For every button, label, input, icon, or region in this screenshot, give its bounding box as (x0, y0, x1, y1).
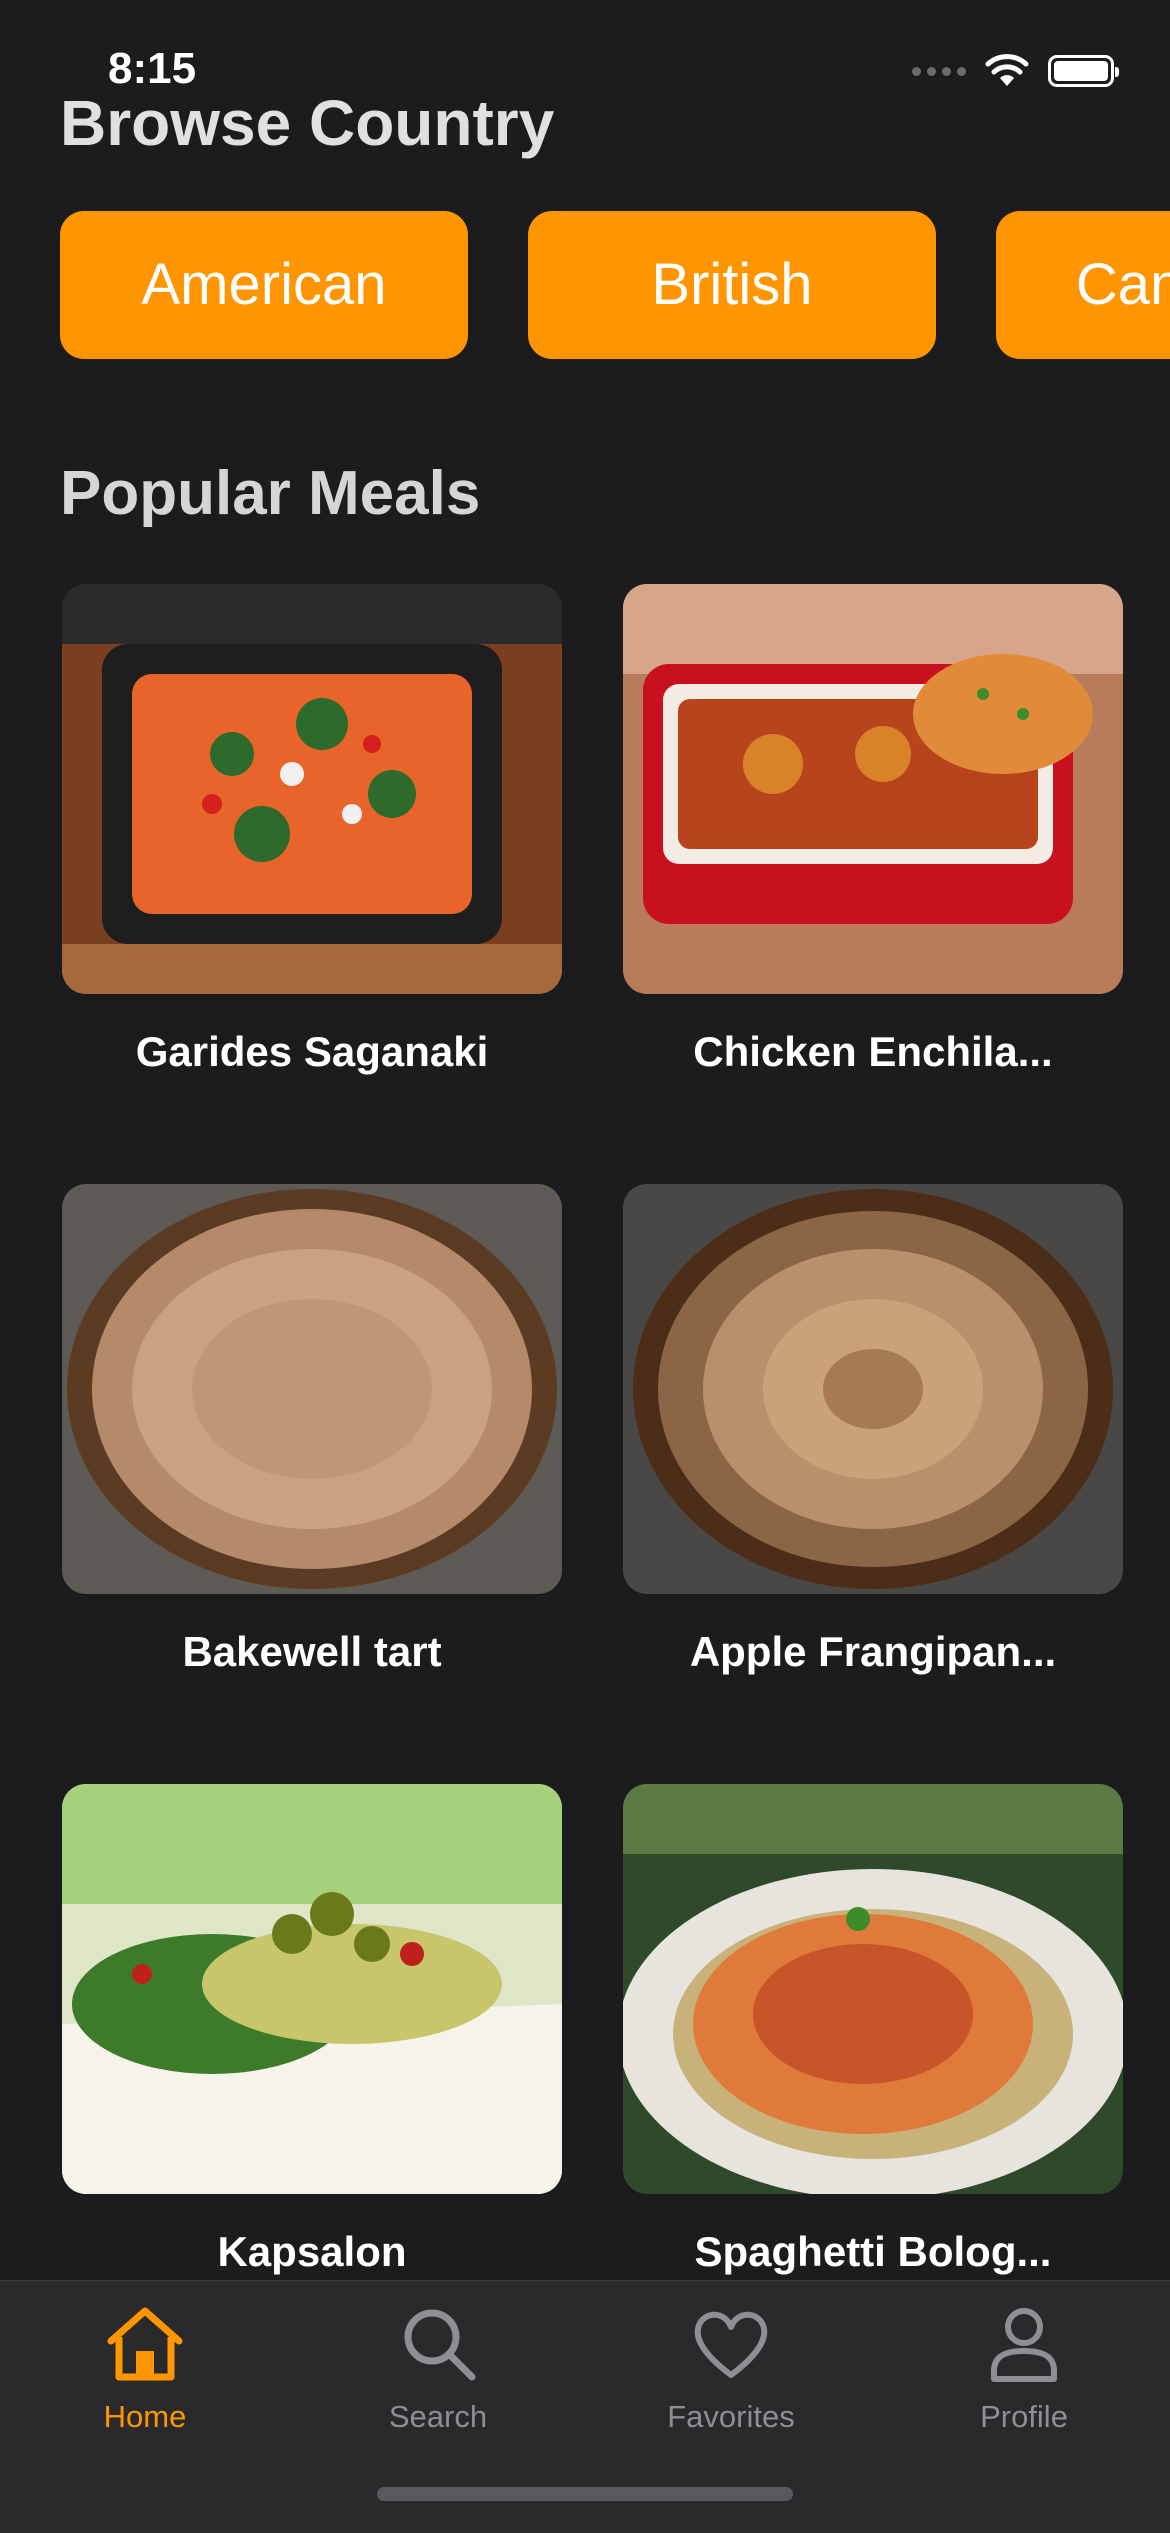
meal-image (623, 1784, 1123, 2194)
tab-home[interactable]: Home (45, 2301, 245, 2435)
battery-icon (1048, 55, 1119, 87)
meal-image (623, 584, 1123, 994)
meal-card-chicken-enchiladas[interactable]: Chicken Enchila... (623, 584, 1123, 1075)
page-title: Browse Country (60, 87, 555, 159)
meal-name: Bakewell tart (182, 1628, 442, 1675)
tab-search[interactable]: Search (338, 2301, 538, 2435)
house-icon (107, 2307, 183, 2381)
meal-name: Chicken Enchila... (693, 1028, 1053, 1075)
meal-name: Kapsalon (217, 2228, 407, 2275)
meal-name: Apple Frangipan... (689, 1628, 1057, 1675)
country-chip-british[interactable]: British (528, 211, 936, 359)
tab-label: Home (103, 2399, 187, 2434)
meal-image (623, 1184, 1123, 1594)
meal-name: Spaghetti Bolog... (694, 2228, 1052, 2275)
magnifier-icon (404, 2309, 476, 2381)
meal-name: Garides Saganaki (135, 1028, 489, 1075)
person-icon (991, 2308, 1057, 2382)
tab-favorites[interactable]: Favorites (631, 2301, 831, 2435)
meal-card-spaghetti-bolognese[interactable]: Spaghetti Bolog... (623, 1784, 1123, 2275)
heart-icon (694, 2311, 768, 2378)
country-chip-american[interactable]: American (60, 211, 468, 359)
home-indicator (377, 2487, 793, 2501)
country-chip-list[interactable]: American British Canadian (60, 211, 1170, 359)
signal-icon (912, 66, 966, 76)
wifi-icon (985, 54, 1029, 86)
tab-label: Favorites (667, 2399, 795, 2434)
meal-card-bakewell-tart[interactable]: Bakewell tart (62, 1184, 562, 1675)
tab-label: Search (388, 2399, 488, 2434)
meal-image (62, 1784, 562, 2194)
country-chip-canadian[interactable]: Canadian (996, 211, 1170, 359)
tab-label: Profile (980, 2399, 1068, 2434)
meal-card-garides-saganaki[interactable]: Garides Saganaki (62, 584, 562, 1075)
section-title-popular-meals: Popular Meals (60, 459, 481, 528)
meal-card-kapsalon[interactable]: Kapsalon (62, 1784, 562, 2275)
meal-card-apple-frangipan[interactable]: Apple Frangipan... (623, 1184, 1123, 1675)
meal-image (62, 1184, 562, 1594)
status-icons (912, 54, 1119, 88)
meal-image (62, 584, 562, 994)
tab-profile[interactable]: Profile (924, 2301, 1124, 2435)
